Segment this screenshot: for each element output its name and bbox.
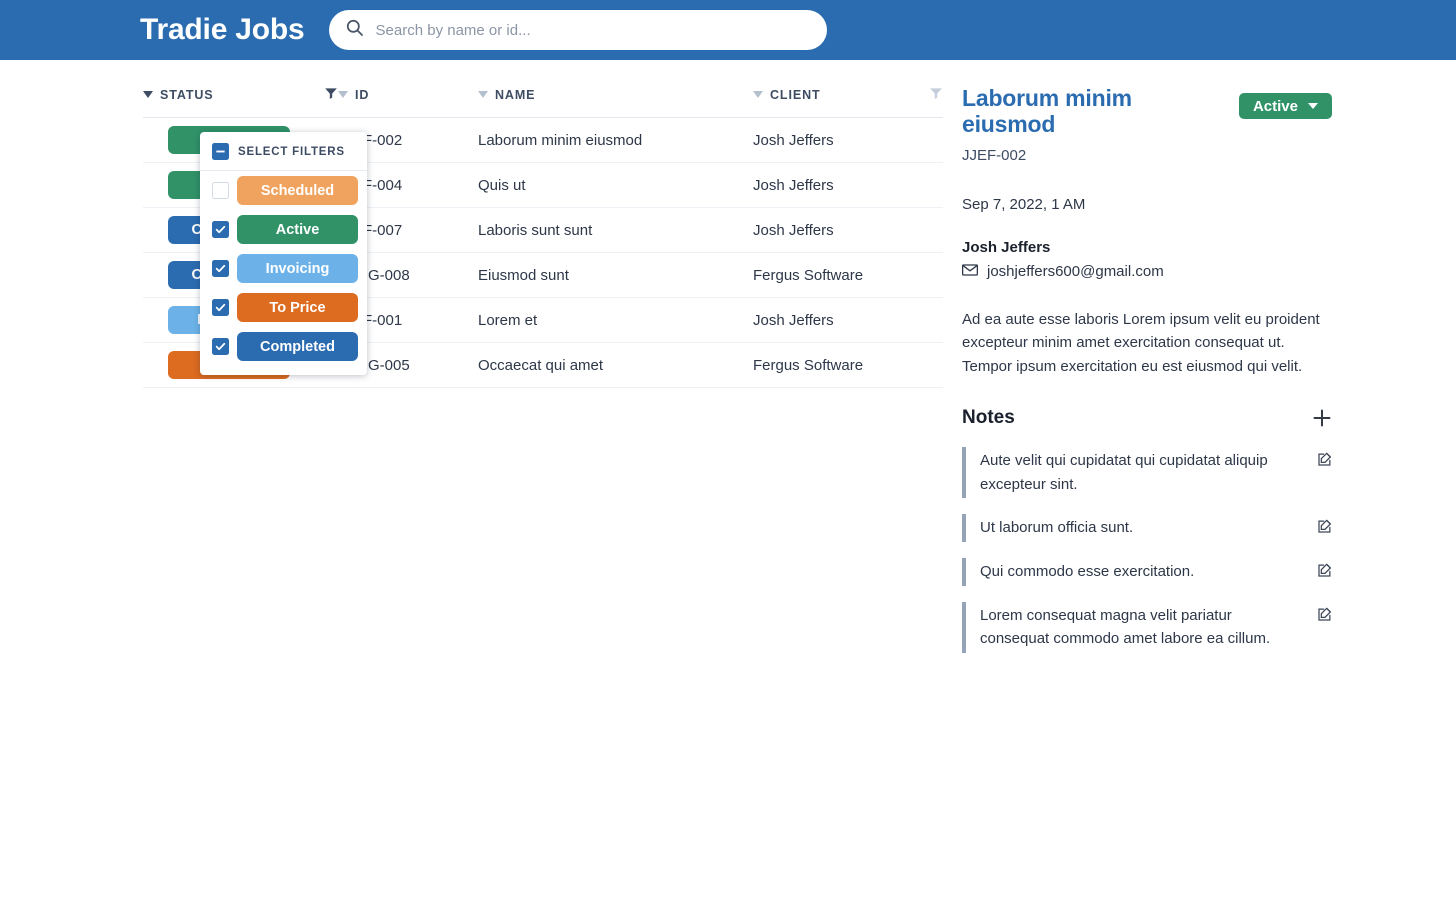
filter-funnel-client-icon[interactable] [929, 86, 943, 103]
note-item: Aute velit qui cupidatat qui cupidatat a… [962, 447, 1332, 499]
cell-name: Quis ut [478, 162, 753, 208]
cell-client: Fergus Software [753, 342, 943, 388]
edit-note-button[interactable] [1317, 563, 1332, 578]
cell-name: Laboris sunt sunt [478, 207, 753, 253]
cell-name: Occaecat qui amet [478, 342, 753, 388]
filter-option-completed[interactable]: Completed [200, 327, 367, 366]
cell-name: Eiusmod sunt [478, 252, 753, 298]
filter-option-badge: Active [237, 215, 358, 244]
cell-name: Lorem et [478, 297, 753, 343]
column-header-client[interactable]: CLIENT [753, 86, 943, 118]
chevron-down-icon [1308, 103, 1318, 109]
sort-caret-status-icon[interactable] [143, 91, 153, 98]
job-detail-pane: Laborum minim eiusmod JJEF-002 Active Se… [962, 85, 1332, 669]
notes-header: Notes [962, 407, 1332, 429]
add-note-button[interactable] [1312, 408, 1332, 428]
note-text: Qui commodo esse exercitation. [980, 563, 1195, 581]
filter-checkbox[interactable] [212, 338, 229, 355]
app-header: Tradie Jobs [0, 0, 1456, 60]
jobs-table-pane: STATUS ID NAME CLIENT JJEF-002 Laborum m… [143, 86, 943, 388]
note-text: Aute velit qui cupidatat qui cupidatat a… [980, 452, 1268, 493]
main-content: STATUS ID NAME CLIENT JJEF-002 Laborum m… [0, 60, 1456, 669]
edit-icon [1317, 452, 1332, 470]
edit-icon [1317, 519, 1332, 537]
detail-description: Ad ea aute esse laboris Lorem ipsum veli… [962, 310, 1320, 376]
column-header-status[interactable]: STATUS [143, 86, 338, 118]
filter-select-all-checkbox[interactable] [212, 143, 229, 160]
note-item: Ut laborum officia sunt. [962, 514, 1332, 543]
cell-name: Laborum minim eiusmod [478, 117, 753, 163]
column-label-name: NAME [495, 87, 536, 102]
column-header-name[interactable]: NAME [478, 86, 753, 118]
filter-checkbox[interactable] [212, 182, 229, 199]
sort-caret-name-icon[interactable] [478, 91, 488, 98]
cell-client: Fergus Software [753, 252, 943, 298]
detail-email-row[interactable]: joshjeffers600@gmail.com [962, 263, 1332, 280]
filter-funnel-status-icon[interactable] [324, 86, 338, 103]
detail-email-text: joshjeffers600@gmail.com [987, 262, 1164, 280]
cell-client: Josh Jeffers [753, 297, 943, 343]
filter-option-badge: Invoicing [237, 254, 358, 283]
app-title: Tradie Jobs [140, 13, 305, 46]
edit-icon [1317, 607, 1332, 625]
cell-client: Josh Jeffers [753, 207, 943, 253]
filter-option-to-price[interactable]: To Price [200, 288, 367, 327]
edit-note-button[interactable] [1317, 519, 1332, 534]
detail-contact-name: Josh Jeffers [962, 238, 1051, 256]
edit-icon [1317, 563, 1332, 581]
filter-option-invoicing[interactable]: Invoicing [200, 249, 367, 288]
table-header-row: STATUS ID NAME CLIENT [143, 86, 943, 118]
envelope-icon [962, 263, 978, 280]
note-item: Lorem consequat magna velit pariatur con… [962, 601, 1332, 654]
column-header-id[interactable]: ID [338, 86, 478, 118]
column-label-client: CLIENT [770, 87, 821, 102]
filter-option-active[interactable]: Active [200, 210, 367, 249]
filter-checkbox[interactable] [212, 299, 229, 316]
filter-checkbox[interactable] [212, 221, 229, 238]
filter-option-scheduled[interactable]: Scheduled [200, 171, 367, 210]
status-filter-popup[interactable]: SELECT FILTERS Scheduled Active Invoicing T… [200, 132, 367, 375]
search-icon [345, 18, 364, 42]
search-bar[interactable] [328, 10, 827, 50]
note-text: Lorem consequat magna velit pariatur con… [980, 606, 1271, 648]
detail-status-dropdown[interactable]: Active [1238, 93, 1332, 119]
detail-status-label: Active [1252, 97, 1298, 115]
cell-client: Josh Jeffers [753, 162, 943, 208]
sort-caret-client-icon[interactable] [753, 91, 763, 98]
detail-header: Laborum minim eiusmod JJEF-002 Active [962, 85, 1332, 164]
detail-job-id: JJEF-002 [962, 146, 1027, 164]
detail-job-title: Laborum minim eiusmod [962, 85, 1132, 137]
filter-checkbox[interactable] [212, 260, 229, 277]
detail-date: Sep 7, 2022, 1 AM [962, 195, 1086, 213]
note-text: Ut laborum officia sunt. [980, 519, 1134, 537]
column-label-status: STATUS [160, 87, 214, 102]
column-label-id: ID [355, 87, 370, 102]
notes-list: Aute velit qui cupidatat qui cupidatat a… [962, 447, 1332, 654]
notes-title: Notes [962, 407, 1015, 429]
search-input[interactable] [373, 20, 811, 40]
filter-option-badge: To Price [237, 293, 358, 322]
cell-client: Josh Jeffers [753, 117, 943, 163]
plus-icon [1312, 409, 1332, 431]
note-item: Qui commodo esse exercitation. [962, 558, 1332, 586]
filter-options-list: Scheduled Active Invoicing To Price Complete… [200, 171, 367, 366]
filter-popup-title: SELECT FILTERS [238, 145, 345, 158]
filter-option-badge: Scheduled [237, 176, 358, 205]
filter-popup-header[interactable]: SELECT FILTERS [200, 132, 367, 171]
edit-note-button[interactable] [1317, 452, 1332, 467]
filter-option-badge: Completed [237, 332, 358, 361]
edit-note-button[interactable] [1317, 607, 1332, 622]
sort-caret-id-icon[interactable] [338, 91, 348, 98]
